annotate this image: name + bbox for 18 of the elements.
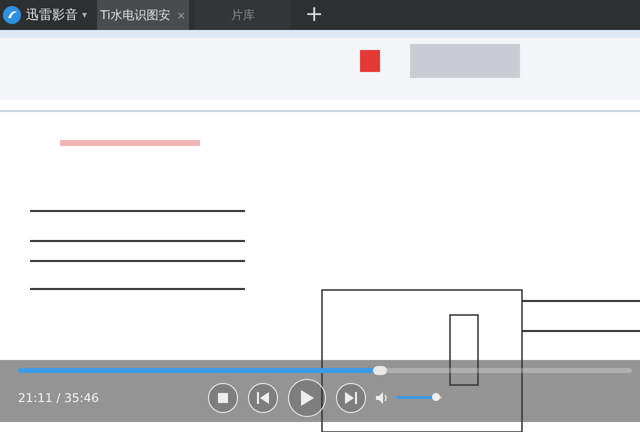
next-button[interactable]	[336, 382, 366, 412]
new-tab-button[interactable]: +	[297, 4, 332, 26]
next-icon	[345, 392, 357, 404]
tab[interactable]: 片库	[195, 0, 292, 30]
stop-button[interactable]	[208, 382, 238, 412]
close-icon[interactable]: ×	[176, 8, 186, 22]
play-icon	[300, 390, 314, 406]
playback-time: 21:11 / 35:46	[18, 390, 100, 404]
stop-icon	[218, 392, 228, 402]
menu-caret[interactable]: ▾	[82, 10, 88, 20]
logo-icon	[2, 5, 22, 25]
tab[interactable]: Ti水电识图安 ×	[97, 0, 190, 30]
play-button[interactable]	[288, 378, 326, 416]
previous-icon	[257, 392, 269, 404]
progress-thumb[interactable]	[373, 366, 388, 375]
previous-button[interactable]	[248, 382, 278, 412]
app-title: 迅雷影音	[26, 7, 78, 24]
progress-bar[interactable]	[18, 368, 632, 373]
